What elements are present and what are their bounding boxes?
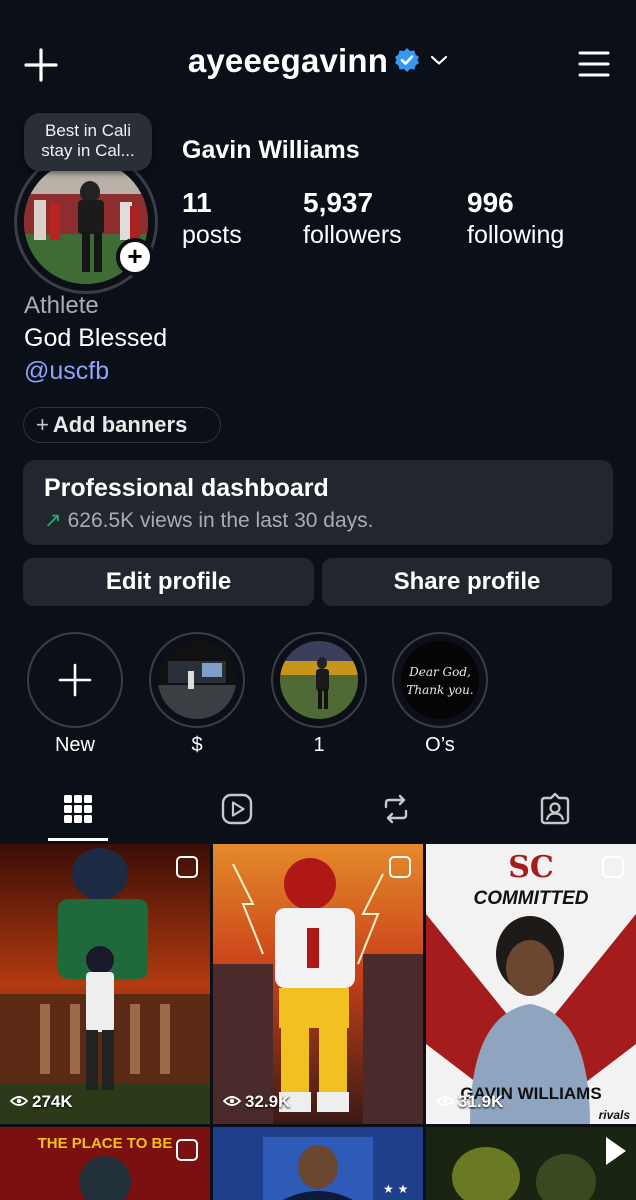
highlight-cover: Dear God, Thank you. — [392, 632, 488, 728]
menu-icon[interactable] — [578, 50, 610, 78]
carousel-icon — [176, 1139, 198, 1161]
stat-posts[interactable]: 11 posts — [182, 186, 242, 252]
eye-icon — [436, 1096, 454, 1106]
eye-icon — [223, 1096, 241, 1106]
highlight-item[interactable]: 1 — [271, 632, 367, 756]
post-tile[interactable]: 274K — [0, 844, 210, 1124]
reels-icon[interactable] — [220, 792, 254, 826]
chevron-down-icon — [431, 56, 448, 65]
stat-label: following — [467, 221, 565, 249]
view-count-value: 274K — [32, 1092, 73, 1111]
stat-value: 996 — [467, 187, 514, 218]
active-tab-indicator — [48, 838, 108, 841]
add-banners-label: Add banners — [52, 412, 188, 437]
post-tile[interactable]: ★ ★ — [213, 1127, 423, 1200]
carousel-icon — [176, 856, 198, 878]
profile-screen: ayeeegavinn + Best in Cali stay in Cal..… — [0, 0, 636, 1200]
post-image: ★ ★ — [213, 1127, 423, 1200]
post-image — [426, 1127, 636, 1200]
stat-value: 5,937 — [303, 187, 374, 218]
highlight-item[interactable]: Dear God, Thank you. O’s — [392, 632, 488, 756]
view-count: 32.9K — [223, 1092, 290, 1112]
highlight-new[interactable]: New — [27, 632, 123, 756]
profile-link[interactable]: @uscfb — [24, 357, 109, 386]
highlight-label: 1 — [313, 734, 325, 756]
eye-icon — [10, 1096, 28, 1106]
highlight-label: O’s — [425, 734, 455, 756]
reposts-icon[interactable] — [379, 792, 413, 826]
post-tile[interactable]: THE PLACE TO BE — [0, 1127, 210, 1200]
edit-profile-button[interactable]: Edit profile — [23, 558, 314, 606]
stat-followers[interactable]: 5,937 followers — [303, 186, 402, 252]
highlight-cover-text: Thank you. — [406, 683, 474, 697]
verified-badge-icon — [395, 48, 420, 73]
tagged-icon[interactable] — [538, 792, 572, 826]
carousel-icon — [602, 856, 624, 878]
highlight-image: Dear God, Thank you. — [401, 641, 479, 719]
profile-category: Athlete — [24, 292, 99, 319]
note-line-2: stay in Cal... — [41, 141, 135, 160]
view-count: 274K — [10, 1092, 73, 1112]
svg-text:★ ★: ★ ★ — [383, 1182, 408, 1196]
username-switcher[interactable]: ayeeegavinn — [0, 42, 636, 80]
username: ayeeegavinn — [187, 42, 389, 79]
stat-label: posts — [182, 221, 242, 249]
posts-grid: 274K 32.9K SC COMMITTED GAVIN WILLIAMS r… — [0, 844, 636, 1200]
dashboard-subtitle: ↗ 626.5K views in the last 30 days. — [44, 508, 373, 533]
post-tile[interactable]: 32.9K — [213, 844, 423, 1124]
view-count-value: 32.9K — [245, 1092, 291, 1111]
add-story-button[interactable]: + — [116, 238, 154, 276]
note-line-1: Best in Cali — [45, 121, 131, 140]
highlight-cover — [149, 632, 245, 728]
highlight-label: New — [54, 734, 95, 756]
highlight-image — [158, 641, 236, 719]
profile-name: Gavin Williams — [182, 136, 360, 164]
highlight-cover — [27, 632, 123, 728]
stat-following[interactable]: 996 following — [467, 186, 564, 252]
post-image — [0, 844, 210, 1124]
post-image — [426, 844, 636, 1124]
grid-icon[interactable] — [61, 792, 95, 826]
view-count-value: 31.9K — [458, 1092, 504, 1111]
dashboard-views-text: 626.5K views in the last 30 days. — [67, 509, 374, 532]
highlight-cover-text: Dear God, — [409, 665, 471, 679]
dashboard-title: Professional dashboard — [44, 474, 329, 502]
highlight-label: $ — [191, 734, 203, 756]
plus-icon: + — [36, 412, 49, 437]
post-tile[interactable]: SC COMMITTED GAVIN WILLIAMS rivals 31.9K — [426, 844, 636, 1124]
profile-bio: God Blessed — [24, 324, 168, 352]
note-bubble[interactable]: Best in Cali stay in Cal... — [24, 113, 152, 171]
post-tile[interactable] — [426, 1127, 636, 1200]
stat-label: followers — [303, 221, 402, 249]
trend-up-icon: ↗ — [44, 509, 62, 532]
plus-icon — [58, 663, 92, 697]
highlight-cover — [271, 632, 367, 728]
add-banners-button[interactable]: + Add banners — [23, 407, 221, 443]
rivals-logo: rivals — [598, 1108, 630, 1122]
carousel-icon — [389, 856, 411, 878]
stat-value: 11 — [182, 187, 212, 218]
highlight-image — [280, 641, 358, 719]
professional-dashboard[interactable]: Professional dashboard ↗ 626.5K views in … — [23, 460, 613, 545]
share-profile-button[interactable]: Share profile — [322, 558, 612, 606]
post-image — [213, 844, 423, 1124]
profile-avatar[interactable]: + — [14, 150, 158, 294]
highlight-item[interactable]: $ — [149, 632, 245, 756]
post-headline: COMMITTED — [473, 888, 589, 909]
profile-header: ayeeegavinn — [0, 0, 636, 130]
content-tabs — [0, 782, 636, 842]
view-count: 31.9K — [436, 1092, 503, 1112]
